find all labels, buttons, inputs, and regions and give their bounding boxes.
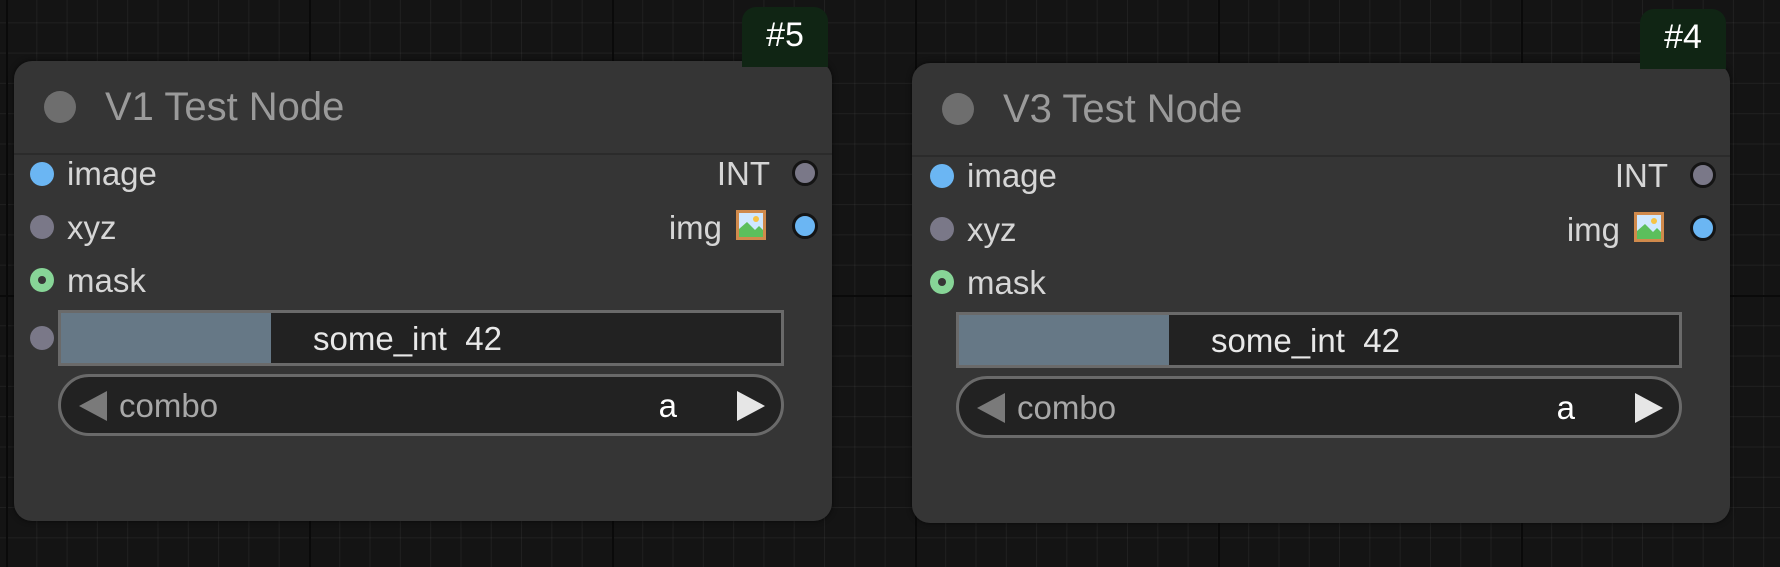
output-slot-img[interactable] <box>792 213 818 239</box>
output-label-int: INT <box>716 155 770 192</box>
collapse-dot-icon[interactable] <box>44 91 76 123</box>
number-widget-text: some_int 42 <box>313 320 502 357</box>
combo-label: combo <box>119 387 219 424</box>
output-slot-int[interactable] <box>1690 162 1716 188</box>
input-slot-mask[interactable] <box>930 270 954 294</box>
node-title-bar[interactable]: V1 Test Node <box>14 61 832 155</box>
input-label-mask: mask <box>67 262 146 299</box>
input-label-xyz: xyz <box>967 211 1017 248</box>
node-id-badge: #4 <box>1640 9 1726 69</box>
output-label-int: INT <box>1614 157 1668 194</box>
input-slot-xyz[interactable] <box>30 215 54 239</box>
output-slot-int[interactable] <box>792 160 818 186</box>
combo-next-arrow-icon[interactable] <box>737 391 765 421</box>
number-widget-some-int[interactable]: some_int 42 <box>956 312 1682 368</box>
combo-next-arrow-icon[interactable] <box>1635 393 1663 423</box>
combo-prev-arrow-icon[interactable] <box>977 393 1005 423</box>
combo-widget[interactable]: combo a <box>956 376 1682 438</box>
node-title: V3 Test Node <box>1003 87 1243 131</box>
input-label-image: image <box>67 155 157 192</box>
number-widget-some-int[interactable]: some_int 42 <box>58 310 784 366</box>
node-title-bar[interactable]: V3 Test Node <box>912 63 1730 157</box>
node-id-badge: #5 <box>742 7 828 67</box>
node-v1-test[interactable]: #5 V1 Test Node image xyz mask INT img s… <box>14 7 832 521</box>
combo-prev-arrow-icon[interactable] <box>79 391 107 421</box>
input-slot-mask[interactable] <box>30 268 54 292</box>
node-v3-test[interactable]: #4 V3 Test Node image xyz mask INT img s… <box>912 9 1730 523</box>
output-slot-img[interactable] <box>1690 215 1716 241</box>
input-slot-image[interactable] <box>930 164 954 188</box>
number-widget-text: some_int 42 <box>1211 322 1400 359</box>
input-label-image: image <box>967 157 1057 194</box>
framed-picture-icon <box>1634 212 1664 242</box>
node-title: V1 Test Node <box>105 85 345 129</box>
input-slot-xyz[interactable] <box>930 217 954 241</box>
combo-value: a <box>658 387 677 424</box>
widget-input-slot[interactable] <box>30 326 54 350</box>
number-widget-fill <box>61 313 271 363</box>
framed-picture-icon <box>736 210 766 240</box>
collapse-dot-icon[interactable] <box>942 93 974 125</box>
combo-value: a <box>1556 389 1575 426</box>
input-label-xyz: xyz <box>67 209 117 246</box>
input-slot-image[interactable] <box>30 162 54 186</box>
number-widget-fill <box>959 315 1169 365</box>
input-label-mask: mask <box>967 264 1046 301</box>
output-label-img: img <box>668 209 722 246</box>
combo-widget[interactable]: combo a <box>58 374 784 436</box>
output-label-img: img <box>1566 211 1620 248</box>
combo-label: combo <box>1017 389 1117 426</box>
